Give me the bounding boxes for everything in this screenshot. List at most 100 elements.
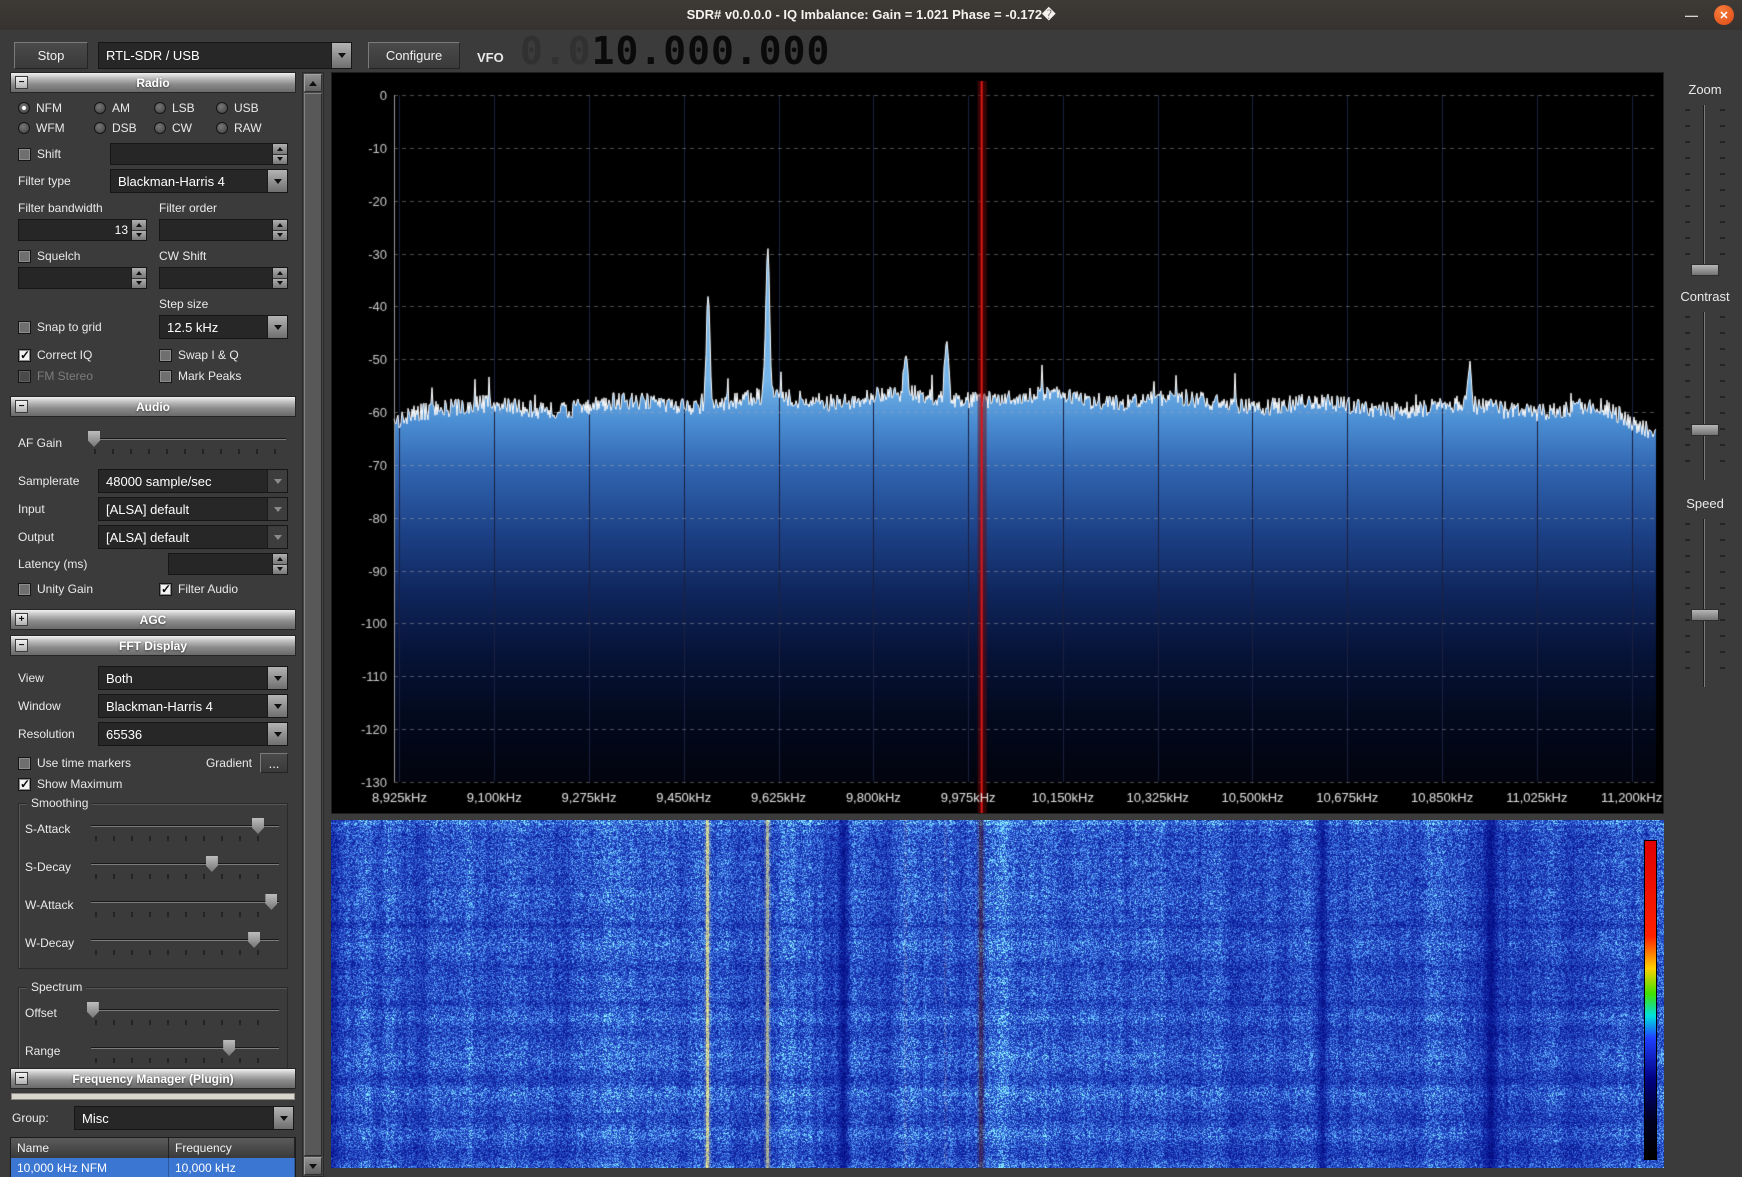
slider-thumb[interactable] <box>88 431 100 447</box>
smoothing-group: Smoothing S-Attack S-Decay W-Attack W-De… <box>18 803 288 969</box>
waterfall-color-scale <box>1644 840 1657 1160</box>
squelch-checkbox[interactable]: Squelch <box>18 249 147 263</box>
cw-shift-label: CW Shift <box>159 249 288 263</box>
audio-panel: − Audio AF Gain Samplerate 48000 sample/… <box>10 396 296 604</box>
column-header-frequency[interactable]: Frequency <box>169 1138 295 1158</box>
close-icon[interactable]: ✕ <box>1714 5 1734 25</box>
squelch-input[interactable] <box>18 267 147 289</box>
mark-peaks-checkbox[interactable]: Mark Peaks <box>159 369 288 383</box>
frequency-dim-digits: 0.0 <box>520 29 592 73</box>
view-select[interactable]: Both <box>98 666 288 690</box>
range-slider[interactable] <box>89 1038 281 1066</box>
s-attack-slider[interactable] <box>89 816 281 844</box>
mode-nfm[interactable]: NFM <box>18 101 94 115</box>
sidebar-scrollbar[interactable] <box>302 72 324 1177</box>
chevron-down-icon[interactable] <box>267 170 287 192</box>
group-select[interactable]: Misc <box>74 1106 294 1130</box>
mode-am[interactable]: AM <box>94 101 154 115</box>
s-decay-slider[interactable] <box>89 854 281 882</box>
speed-slider[interactable] <box>1681 517 1729 689</box>
mode-cw[interactable]: CW <box>154 121 216 135</box>
display-controls: Zoom Contrast Speed <box>1668 72 1742 703</box>
collapse-icon[interactable]: − <box>15 1072 28 1085</box>
correct-iq-checkbox[interactable]: Correct IQ <box>18 348 147 362</box>
show-maximum-checkbox[interactable]: Show Maximum <box>18 777 122 791</box>
mode-wfm[interactable]: WFM <box>18 121 94 135</box>
snap-to-grid-checkbox[interactable]: Snap to grid <box>18 320 147 334</box>
latency-input[interactable] <box>168 553 288 575</box>
frequency-main-digits: 10.000.000 <box>592 29 831 73</box>
zoom-slider[interactable] <box>1681 103 1729 275</box>
chevron-down-icon[interactable] <box>267 695 287 717</box>
step-size-select[interactable]: 12.5 kHz <box>159 315 288 339</box>
swap-iq-checkbox[interactable]: Swap I & Q <box>159 348 288 362</box>
chevron-down-icon[interactable] <box>267 723 287 745</box>
spinner-up-icon[interactable] <box>273 144 287 155</box>
slider-thumb[interactable] <box>1691 609 1719 621</box>
table-header-row[interactable]: Name Frequency <box>11 1138 295 1158</box>
table-row[interactable]: 10,000 kHz NFM 10,000 kHz <box>11 1158 295 1177</box>
fft-spectrum-canvas[interactable] <box>332 73 1663 813</box>
column-header-name[interactable]: Name <box>11 1138 169 1158</box>
filter-order-input[interactable] <box>159 219 288 241</box>
mode-usb[interactable]: USB <box>216 101 278 115</box>
scroll-up-icon[interactable] <box>304 74 322 92</box>
use-time-markers-checkbox[interactable]: Use time markers <box>18 756 206 770</box>
frequency-manager-panel: − Frequency Manager (Plugin) Group: Misc… <box>10 1068 296 1177</box>
fft-panel-header[interactable]: − FFT Display <box>10 635 296 656</box>
collapse-icon[interactable]: − <box>15 76 28 89</box>
radio-panel-title: Radio <box>136 76 169 90</box>
w-attack-slider[interactable] <box>89 892 281 920</box>
frequency-manager-header[interactable]: − Frequency Manager (Plugin) <box>10 1068 296 1089</box>
stop-button[interactable]: Stop <box>14 42 88 69</box>
scrollbar-thumb[interactable] <box>304 93 322 1156</box>
offset-slider[interactable] <box>89 1000 281 1028</box>
af-gain-slider[interactable] <box>88 429 288 457</box>
mode-raw[interactable]: RAW <box>216 121 278 135</box>
minimize-icon[interactable]: — <box>1685 8 1698 23</box>
filter-audio-checkbox[interactable]: Filter Audio <box>159 582 288 596</box>
slider-thumb[interactable] <box>1691 424 1719 436</box>
expand-icon[interactable]: + <box>15 613 28 626</box>
audio-panel-header[interactable]: − Audio <box>10 396 296 417</box>
device-select[interactable]: RTL-SDR / USB <box>98 42 352 69</box>
shift-input[interactable] <box>110 143 288 165</box>
chevron-down-icon[interactable] <box>267 316 287 338</box>
frequency-display[interactable]: 0.010.000.000 <box>520 29 830 73</box>
shift-checkbox[interactable]: Shift <box>18 147 110 161</box>
filter-bandwidth-label: Filter bandwidth <box>18 201 147 215</box>
mode-dsb[interactable]: DSB <box>94 121 154 135</box>
agc-panel-header[interactable]: + AGC <box>10 609 296 630</box>
gradient-button[interactable]: ... <box>260 753 288 773</box>
radio-panel-header[interactable]: − Radio <box>10 72 296 93</box>
chevron-down-icon[interactable] <box>267 667 287 689</box>
titlebar: SDR# v0.0.0.0 - IQ Imbalance: Gain = 1.0… <box>0 0 1742 30</box>
collapse-icon[interactable]: − <box>15 400 28 413</box>
step-size-label: Step size <box>159 297 288 311</box>
spectrum-display[interactable] <box>331 72 1664 814</box>
contrast-slider[interactable] <box>1681 310 1729 482</box>
unity-gain-checkbox[interactable]: Unity Gain <box>18 582 147 596</box>
resolution-label: Resolution <box>18 727 98 741</box>
chevron-down-icon[interactable] <box>331 43 351 68</box>
collapse-icon[interactable]: − <box>15 639 28 652</box>
slider-thumb[interactable] <box>1691 264 1719 276</box>
spinner-down-icon[interactable] <box>273 155 287 165</box>
filter-bandwidth-input[interactable]: 13 <box>18 219 147 241</box>
chevron-down-icon[interactable] <box>273 1107 293 1129</box>
configure-button[interactable]: Configure <box>368 42 460 69</box>
resolution-select[interactable]: 65536 <box>98 722 288 746</box>
cw-shift-input[interactable] <box>159 267 288 289</box>
filter-type-label: Filter type <box>18 174 110 188</box>
w-decay-slider[interactable] <box>89 930 281 958</box>
scroll-down-icon[interactable] <box>304 1157 322 1175</box>
radio-icon[interactable] <box>18 102 30 114</box>
waterfall-display[interactable] <box>331 820 1664 1168</box>
mode-lsb[interactable]: LSB <box>154 101 216 115</box>
window-select[interactable]: Blackman-Harris 4 <box>98 694 288 718</box>
gradient-label: Gradient <box>206 756 252 770</box>
filter-type-select[interactable]: Blackman-Harris 4 <box>110 169 288 193</box>
smoothing-group-label: Smoothing <box>27 796 92 810</box>
waterfall-canvas[interactable] <box>331 820 1664 1168</box>
offset-label: Offset <box>25 1000 89 1020</box>
